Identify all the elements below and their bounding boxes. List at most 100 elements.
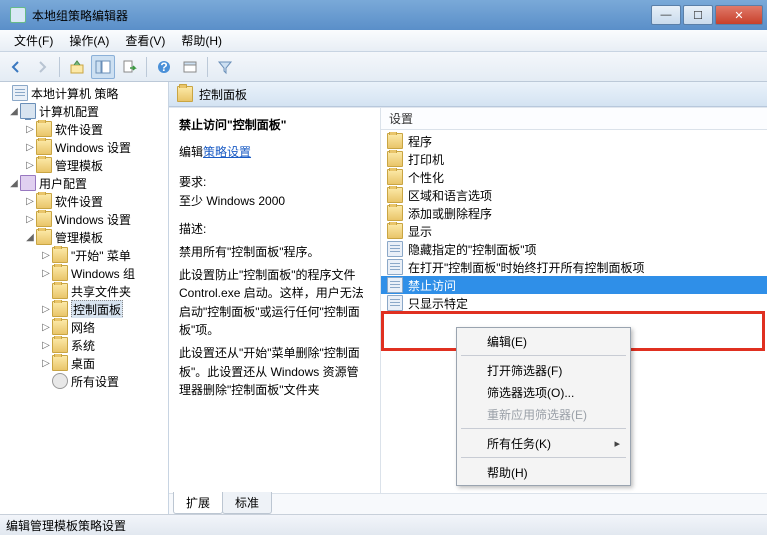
expand-icon[interactable]: ▷ xyxy=(24,196,36,207)
user-icon xyxy=(20,175,36,191)
right-header-label: 控制面板 xyxy=(199,86,247,103)
tree-label: 软件设置 xyxy=(55,193,103,210)
tree-item[interactable]: ▷Windows 设置 xyxy=(0,138,168,156)
tree-item[interactable]: ▷ 桌面 xyxy=(0,354,168,372)
minimize-button[interactable]: — xyxy=(651,5,681,25)
expand-icon[interactable]: ▷ xyxy=(40,250,52,261)
close-button[interactable]: ✕ xyxy=(715,5,763,25)
expand-icon[interactable]: ▷ xyxy=(40,268,52,279)
folder-icon xyxy=(36,193,52,209)
back-button[interactable] xyxy=(4,55,28,79)
policy-tree[interactable]: 本地计算机 策略 ◢计算机配置 ▷软件设置 ▷Windows 设置 ▷管理模板 … xyxy=(0,82,168,392)
edit-policy-link[interactable]: 策略设置 xyxy=(203,145,251,159)
tree-item[interactable]: ▷软件设置 xyxy=(0,120,168,138)
folder-icon xyxy=(387,151,403,167)
expand-icon[interactable]: ▷ xyxy=(24,142,36,153)
settings-row[interactable]: 个性化 xyxy=(381,168,767,186)
tree-user-config[interactable]: ◢用户配置 xyxy=(0,174,168,192)
properties-button[interactable] xyxy=(178,55,202,79)
ctx-all-tasks[interactable]: 所有任务(K) xyxy=(459,432,628,454)
edit-label: 编辑 xyxy=(179,145,203,159)
tree-label: 管理模板 xyxy=(55,157,103,174)
tree-label: 控制面板 xyxy=(71,300,123,318)
tree-label: 桌面 xyxy=(71,355,95,372)
folder-icon xyxy=(387,187,403,203)
context-menu: 编辑(E) 打开筛选器(F) 筛选器选项(O)... 重新应用筛选器(E) 所有… xyxy=(456,327,631,486)
folder-icon xyxy=(36,121,52,137)
settings-row[interactable]: 程序 xyxy=(381,132,767,150)
settings-row[interactable]: 隐藏指定的"控制面板"项 xyxy=(381,240,767,258)
maximize-button[interactable]: ☐ xyxy=(683,5,713,25)
tree-item[interactable]: ◢管理模板 xyxy=(0,228,168,246)
tree-item[interactable]: ▷Windows 组 xyxy=(0,264,168,282)
folder-icon xyxy=(52,337,68,353)
tree-item[interactable]: ▷ 软件设置 xyxy=(0,192,168,210)
menu-file[interactable]: 文件(F) xyxy=(6,30,61,51)
tree-control-panel[interactable]: ▷ 控制面板 xyxy=(0,300,168,318)
up-button[interactable] xyxy=(65,55,89,79)
tree-label: "开始" 菜单 xyxy=(71,247,131,264)
expand-icon[interactable]: ▷ xyxy=(24,214,36,225)
tab-extended[interactable]: 扩展 xyxy=(173,492,223,514)
tree-item[interactable]: ▷ 管理模板 xyxy=(0,156,168,174)
tree-root[interactable]: 本地计算机 策略 xyxy=(0,84,168,102)
expand-icon[interactable]: ▷ xyxy=(24,160,36,171)
menu-view[interactable]: 查看(V) xyxy=(117,30,173,51)
tree-item[interactable]: ▷网络 xyxy=(0,318,168,336)
folder-icon xyxy=(52,319,68,335)
settings-row[interactable]: 打印机 xyxy=(381,150,767,168)
tree-computer-config[interactable]: ◢ 计算机配置 xyxy=(0,102,168,120)
settings-row[interactable]: 添加或删除程序 xyxy=(381,204,767,222)
settings-row[interactable]: 区域和语言选项 xyxy=(381,186,767,204)
window-controls: — ☐ ✕ xyxy=(649,5,763,25)
ctx-filter-options[interactable]: 筛选器选项(O)... xyxy=(459,381,628,403)
menu-help[interactable]: 帮助(H) xyxy=(173,30,230,51)
settings-row[interactable]: 在打开"控制面板"时始终打开所有控制面板项 xyxy=(381,258,767,276)
window-title: 本地组策略编辑器 xyxy=(32,7,649,24)
expand-icon[interactable]: ▷ xyxy=(24,124,36,135)
folder-icon xyxy=(52,247,68,263)
statusbar: 编辑管理模板策略设置 xyxy=(0,514,767,535)
settings-header[interactable]: 设置 xyxy=(381,108,767,130)
toolbar: ? xyxy=(0,52,767,82)
help-button[interactable]: ? xyxy=(152,55,176,79)
ctx-help[interactable]: 帮助(H) xyxy=(459,461,628,483)
settings-label: 禁止访问 xyxy=(408,277,456,294)
tab-standard[interactable]: 标准 xyxy=(222,492,272,514)
filter-button[interactable] xyxy=(213,55,237,79)
settings-label: 显示 xyxy=(408,223,432,240)
tree-item[interactable]: 所有设置 xyxy=(0,372,168,390)
settings-row[interactable]: 只显示特定 xyxy=(381,294,767,312)
expand-icon[interactable]: ▷ xyxy=(40,322,52,333)
settings-label: 隐藏指定的"控制面板"项 xyxy=(408,241,537,258)
settings-row[interactable]: 禁止访问 xyxy=(381,276,767,294)
tree-item[interactable]: ▷ "开始" 菜单 xyxy=(0,246,168,264)
ctx-filter-on[interactable]: 打开筛选器(F) xyxy=(459,359,628,381)
expand-icon[interactable]: ▷ xyxy=(40,304,52,315)
tree-item[interactable]: ▷Windows 设置 xyxy=(0,210,168,228)
svg-text:?: ? xyxy=(160,60,167,74)
forward-button[interactable] xyxy=(30,55,54,79)
menu-action[interactable]: 操作(A) xyxy=(61,30,117,51)
tree-item[interactable]: 共享文件夹 xyxy=(0,282,168,300)
settings-row[interactable]: 显示 xyxy=(381,222,767,240)
tree-label: 计算机配置 xyxy=(39,103,99,120)
requirements-text: 至少 Windows 2000 xyxy=(179,192,370,211)
folder-icon xyxy=(387,205,403,221)
computer-icon xyxy=(20,103,36,119)
tree-item[interactable]: ▷ 系统 xyxy=(0,336,168,354)
description-p1: 禁用所有"控制面板"程序。 xyxy=(179,243,370,262)
policy-icon xyxy=(387,295,403,311)
collapse-icon[interactable]: ◢ xyxy=(8,178,20,189)
show-tree-button[interactable] xyxy=(91,55,115,79)
collapse-icon[interactable]: ◢ xyxy=(8,106,20,117)
tree-label: 所有设置 xyxy=(71,373,119,390)
export-button[interactable] xyxy=(117,55,141,79)
expand-icon[interactable]: ▷ xyxy=(40,358,52,369)
ctx-separator xyxy=(461,355,626,356)
ctx-edit[interactable]: 编辑(E) xyxy=(459,330,628,352)
tree-label: 系统 xyxy=(71,337,95,354)
collapse-icon[interactable]: ◢ xyxy=(24,232,36,243)
expand-icon[interactable]: ▷ xyxy=(40,340,52,351)
folder-icon xyxy=(36,157,52,173)
